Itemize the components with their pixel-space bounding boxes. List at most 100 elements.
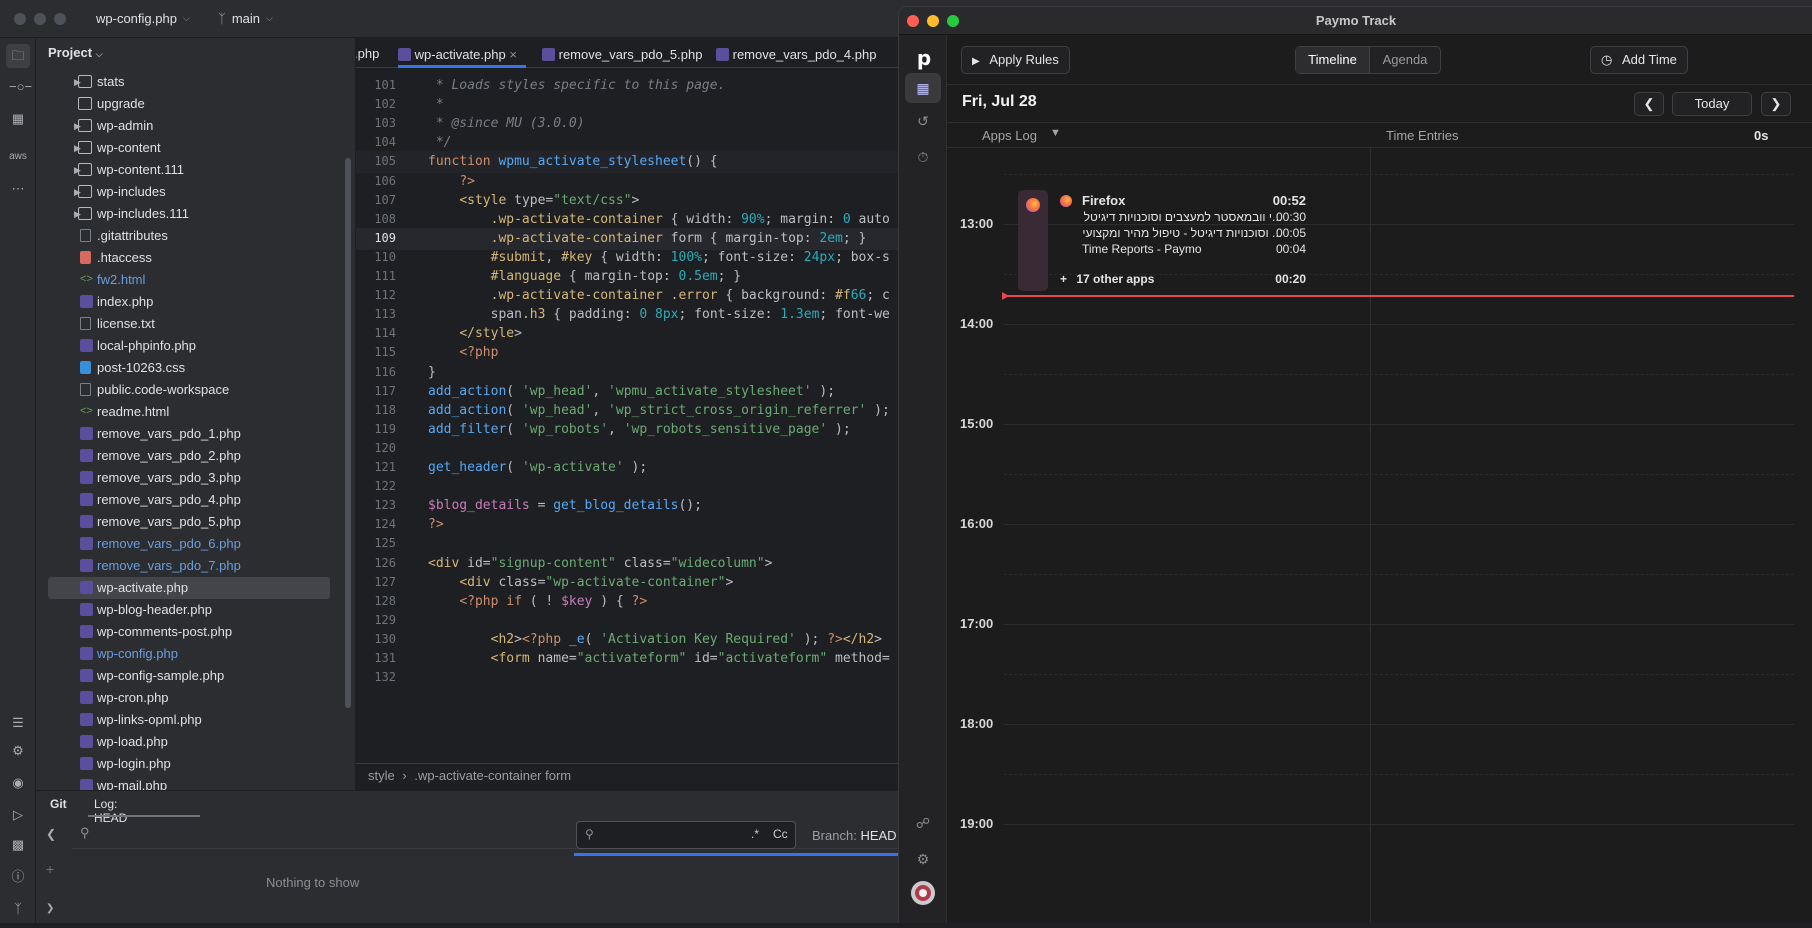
problems-icon[interactable]: ⓘ: [9, 868, 27, 886]
tree-item[interactable]: ▶ wp-content: [36, 137, 336, 159]
apply-rules-button[interactable]: ▶ Apply Rules: [961, 46, 1070, 74]
prev-day-button[interactable]: ❮: [1634, 92, 1664, 116]
project-panel-header[interactable]: Project ⌵: [36, 38, 355, 66]
tree-item[interactable]: local-phpinfo.php: [36, 335, 336, 357]
tree-item[interactable]: <> readme.html: [36, 401, 336, 423]
close-dot[interactable]: [14, 13, 26, 25]
tree-item[interactable]: wp-mail.php: [36, 775, 336, 790]
code-line[interactable]: $blog_details = get_blog_details();: [428, 495, 702, 517]
chevron-right-icon[interactable]: ❯: [46, 903, 54, 914]
line-number: 131: [374, 651, 396, 665]
add-time-button[interactable]: ◷ Add Time: [1590, 46, 1688, 74]
line-number: 111: [374, 269, 396, 283]
tree-item[interactable]: remove_vars_pdo_4.php: [36, 489, 336, 511]
user-avatar[interactable]: [911, 881, 935, 905]
agenda-tab[interactable]: Agenda: [1370, 47, 1440, 73]
log-search-input[interactable]: ⚲ .* Cc: [576, 821, 796, 849]
code-line[interactable]: <?php: [428, 342, 498, 364]
code-area[interactable]: * Loads styles specific to this page. * …: [428, 68, 898, 790]
tree-item[interactable]: wp-activate.php: [48, 577, 330, 599]
aws-icon[interactable]: aws: [9, 148, 27, 166]
tab-remove-vars-pdo-5[interactable]: remove_vars_pdo_5.php: [542, 46, 702, 62]
code-line[interactable]: ?>: [428, 514, 444, 536]
app-usage-block[interactable]: [1018, 190, 1048, 291]
minimize-dot[interactable]: [34, 13, 46, 25]
time-entries-header: Time Entries: [1386, 128, 1459, 143]
branch-filter[interactable]: Branch: HEAD: [812, 828, 897, 843]
integrations-icon[interactable]: ☍: [913, 813, 933, 833]
tree-item[interactable]: wp-login.php: [36, 753, 336, 775]
zoom-dot[interactable]: [947, 15, 959, 27]
code-line[interactable]: get_header( 'wp-activate' );: [428, 457, 647, 479]
tree-item[interactable]: wp-config.php: [36, 643, 336, 665]
calendar-icon[interactable]: ▦: [905, 73, 941, 103]
services-icon[interactable]: ◉: [9, 774, 27, 792]
minimize-dot[interactable]: [927, 15, 939, 27]
tree-item[interactable]: <> fw2.html: [36, 269, 336, 291]
tree-item[interactable]: ▶ wp-includes: [36, 181, 336, 203]
line-number: 125: [374, 536, 396, 551]
timeline-tab[interactable]: Timeline: [1296, 47, 1370, 73]
tree-item[interactable]: remove_vars_pdo_2.php: [36, 445, 336, 467]
close-icon[interactable]: ×: [509, 47, 517, 62]
breadcrumb-item[interactable]: .wp-activate-container form: [414, 768, 571, 783]
terminal-icon[interactable]: ▩: [9, 836, 27, 854]
add-icon[interactable]: +: [46, 861, 54, 877]
other-apps-toggle[interactable]: + 17 other apps: [1060, 272, 1154, 286]
tree-item[interactable]: wp-load.php: [36, 731, 336, 753]
tree-item[interactable]: remove_vars_pdo_3.php: [36, 467, 336, 489]
tree-item[interactable]: remove_vars_pdo_5.php: [36, 511, 336, 533]
zoom-dot[interactable]: [54, 13, 66, 25]
tab-wp-activate[interactable]: wp-activate.php ×: [398, 46, 517, 62]
close-dot[interactable]: [907, 15, 919, 27]
file-switcher[interactable]: wp-config.php ⌵: [96, 11, 190, 26]
code-line[interactable]: <?php if ( ! $key ) { ?>: [428, 591, 647, 613]
tree-item[interactable]: ▶ stats: [36, 71, 336, 93]
structure-icon[interactable]: ▦: [9, 110, 27, 128]
project-scrollbar[interactable]: [345, 158, 351, 708]
tree-item[interactable]: index.php: [36, 291, 336, 313]
branch-switcher[interactable]: ᛉ main ⌵: [218, 11, 273, 26]
tree-item[interactable]: .gitattributes: [36, 225, 336, 247]
more-icon[interactable]: ⋯: [9, 180, 27, 198]
editor-breadcrumb: style › .wp-activate-container form: [356, 763, 898, 787]
code-line[interactable]: * Loads styles specific to this page.: [428, 75, 726, 97]
today-button[interactable]: Today: [1672, 92, 1752, 116]
next-day-button[interactable]: ❯: [1761, 92, 1791, 116]
history-icon[interactable]: ↺: [913, 111, 933, 131]
settings-gear-icon[interactable]: ⚙: [913, 849, 933, 869]
folder-icon[interactable]: 🗀: [6, 44, 30, 68]
tree-item[interactable]: remove_vars_pdo_6.php: [36, 533, 336, 555]
tree-item[interactable]: ▶ wp-includes.111: [36, 203, 336, 225]
tree-item[interactable]: remove_vars_pdo_1.php: [36, 423, 336, 445]
tree-item[interactable]: wp-links-opml.php: [36, 709, 336, 731]
run-icon[interactable]: ▷: [9, 806, 27, 824]
tree-item[interactable]: .htaccess: [36, 247, 336, 269]
breadcrumb-item[interactable]: style: [368, 768, 395, 783]
tree-item[interactable]: upgrade: [36, 93, 336, 115]
todo-list-icon[interactable]: ☰: [9, 714, 27, 732]
tree-item[interactable]: license.txt: [36, 313, 336, 335]
timer-icon[interactable]: ⏱: [913, 147, 933, 167]
tree-item[interactable]: wp-config-sample.php: [36, 665, 336, 687]
tree-item[interactable]: public.code-workspace: [36, 379, 336, 401]
tab-remove-vars-pdo-4[interactable]: remove_vars_pdo_4.php: [716, 46, 876, 62]
tree-item[interactable]: wp-blog-header.php: [36, 599, 336, 621]
filter-icon[interactable]: ▼: [1050, 127, 1061, 139]
tab-php[interactable]: .php: [356, 46, 379, 61]
tree-item[interactable]: post-10263.css: [36, 357, 336, 379]
debug-icon[interactable]: ⚙: [9, 742, 27, 760]
git-icon[interactable]: ᛉ: [9, 900, 27, 918]
tree-item[interactable]: remove_vars_pdo_7.php: [36, 555, 336, 577]
tab-git[interactable]: Git: [50, 797, 67, 811]
commit-icon[interactable]: −○−: [9, 78, 32, 96]
code-line[interactable]: <form name="activateform" id="activatefo…: [428, 648, 890, 670]
tree-item[interactable]: ▶ wp-admin: [36, 115, 336, 137]
regex-toggle[interactable]: .*: [751, 827, 759, 841]
tree-item[interactable]: wp-cron.php: [36, 687, 336, 709]
tree-item[interactable]: ▶ wp-content.111: [36, 159, 336, 181]
code-line[interactable]: add_filter( 'wp_robots', 'wp_robots_sens…: [428, 419, 851, 441]
tree-item[interactable]: wp-comments-post.php: [36, 621, 336, 643]
match-case-toggle[interactable]: Cc: [773, 827, 788, 841]
chevron-left-icon[interactable]: ❮: [46, 827, 56, 841]
